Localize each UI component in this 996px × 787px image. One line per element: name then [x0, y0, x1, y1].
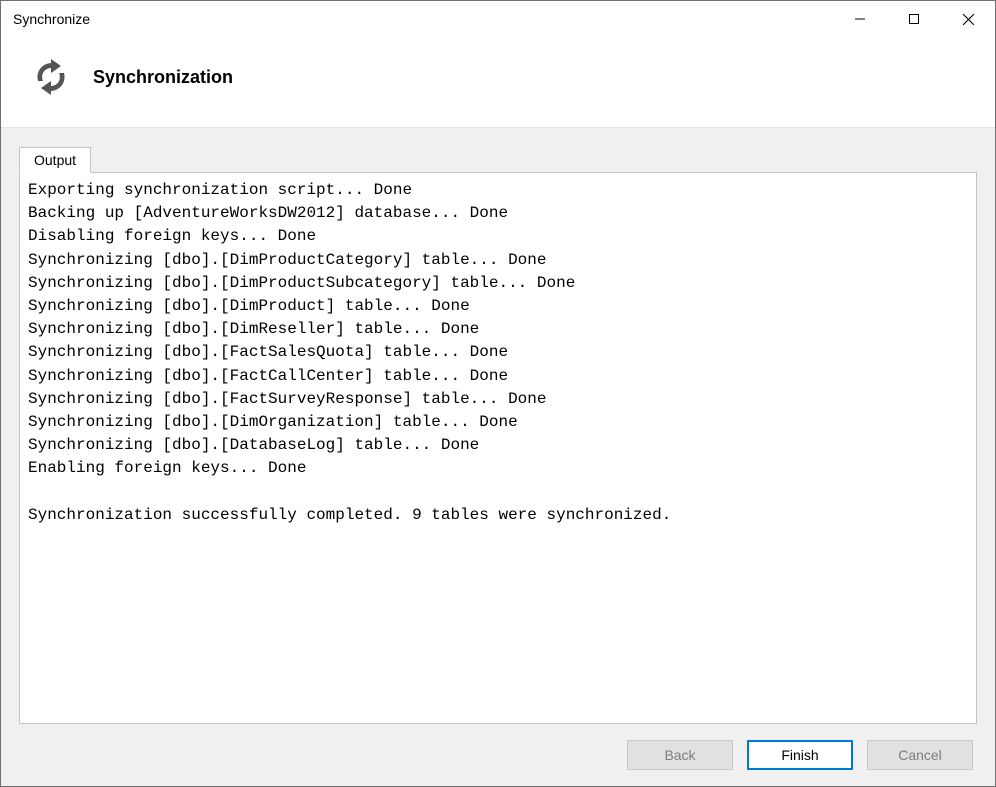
titlebar: Synchronize [1, 1, 995, 37]
finish-button[interactable]: Finish [747, 740, 853, 770]
tab-output[interactable]: Output [19, 147, 91, 173]
minimize-icon [854, 13, 866, 25]
back-button: Back [627, 740, 733, 770]
synchronize-dialog: Synchronize [0, 0, 996, 787]
maximize-button[interactable] [887, 1, 941, 37]
output-log[interactable]: Exporting synchronization script... Done… [19, 172, 977, 724]
dialog-footer: Back Finish Cancel [1, 724, 995, 786]
minimize-button[interactable] [833, 1, 887, 37]
close-icon [962, 13, 975, 26]
dialog-body: Output Exporting synchronization script.… [1, 128, 995, 724]
dialog-title: Synchronization [93, 67, 233, 88]
tabstrip: Output [19, 146, 977, 172]
sync-icon [31, 57, 71, 97]
window-controls [833, 1, 995, 37]
dialog-header: Synchronization [1, 37, 995, 127]
window-title: Synchronize [13, 11, 90, 27]
maximize-icon [908, 13, 920, 25]
close-button[interactable] [941, 1, 995, 37]
cancel-button: Cancel [867, 740, 973, 770]
